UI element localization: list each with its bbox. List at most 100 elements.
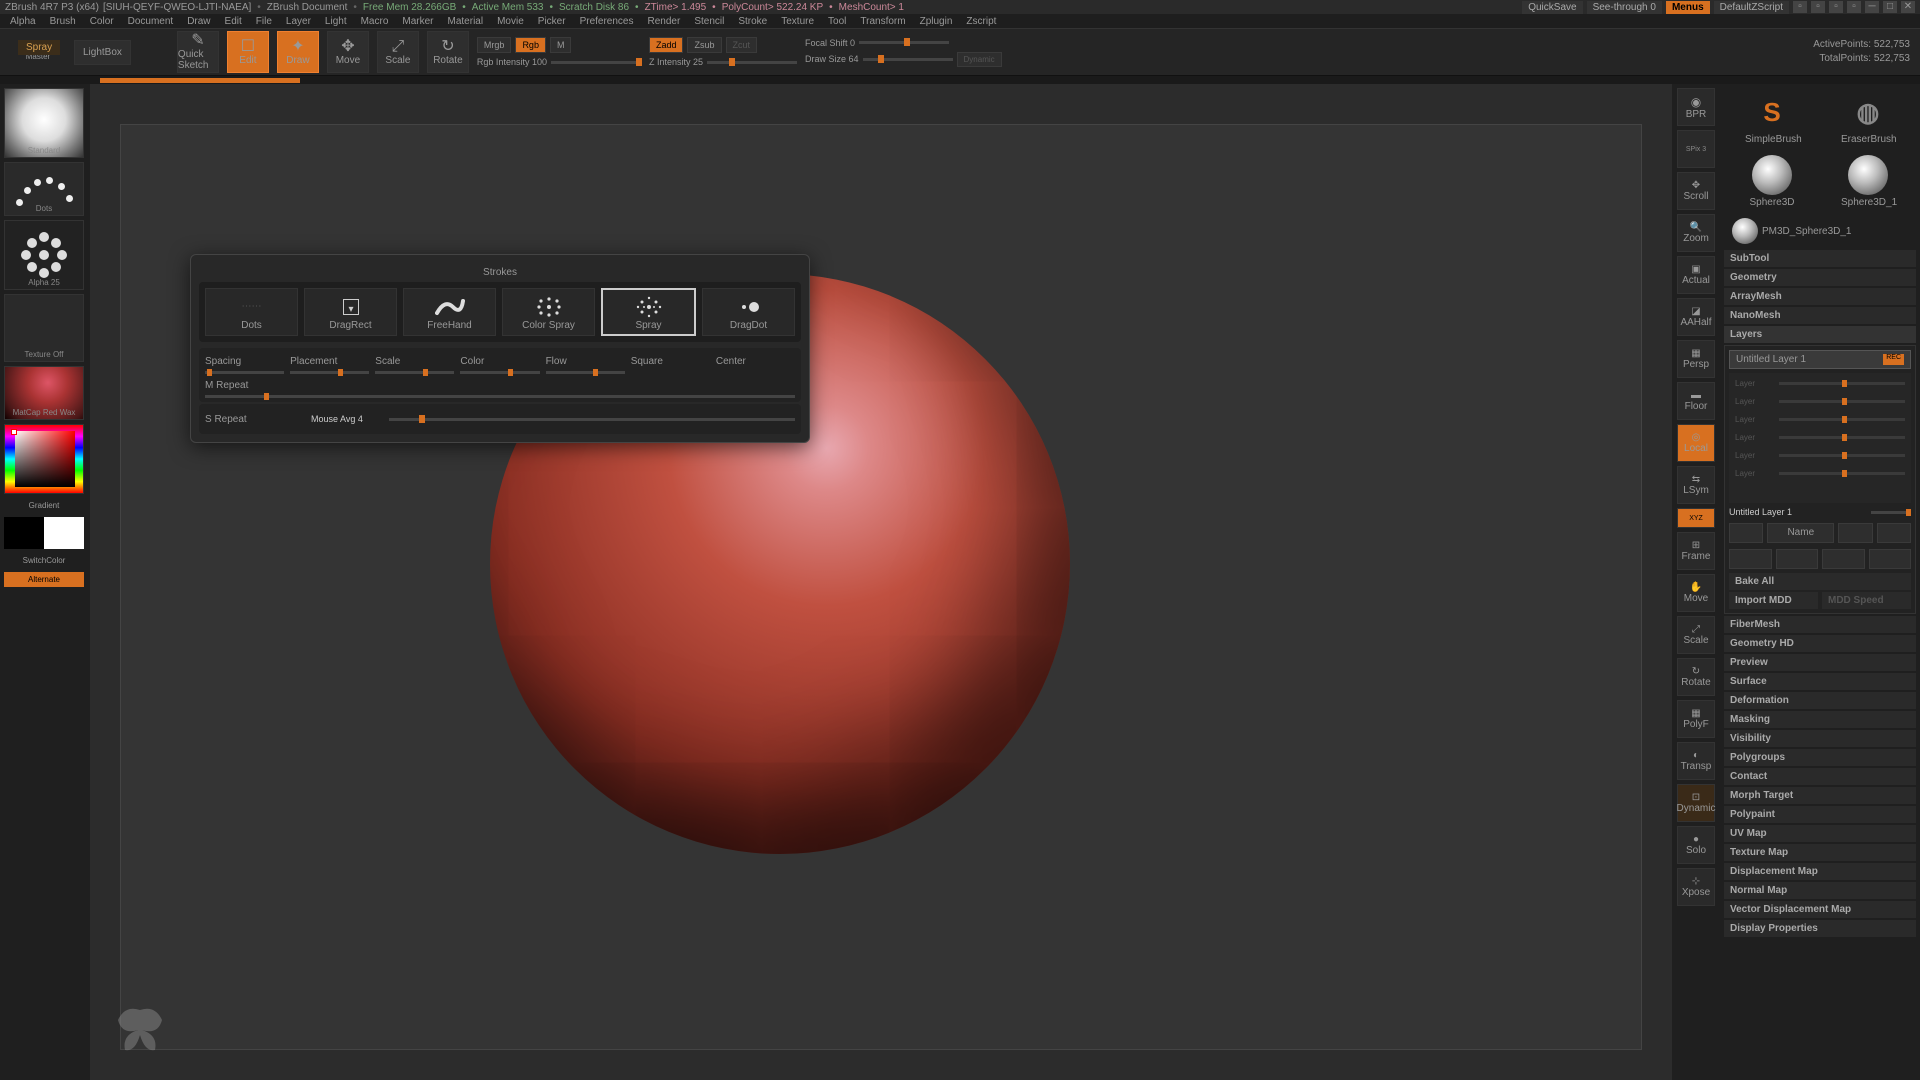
section-layers[interactable]: Layers <box>1724 326 1916 343</box>
color-picker[interactable] <box>4 424 84 494</box>
edit-button[interactable]: ☐Edit <box>227 31 269 73</box>
menu-zscript[interactable]: Zscript <box>966 16 996 27</box>
stroke-dots[interactable]: ⋯⋯Dots <box>205 288 298 336</box>
layer-del-button[interactable] <box>1877 523 1911 543</box>
maximize-button[interactable]: □ <box>1883 1 1897 13</box>
nav-rotate-button[interactable]: ↻Rotate <box>1677 658 1715 696</box>
section-morph[interactable]: Morph Target <box>1724 787 1916 804</box>
stroke-colorspray[interactable]: Color Spray <box>502 288 595 336</box>
section-preview[interactable]: Preview <box>1724 654 1916 671</box>
spix-button[interactable]: SPix 3 <box>1677 130 1715 168</box>
bakeall-button[interactable]: Bake All <box>1729 573 1911 590</box>
menu-alpha[interactable]: Alpha <box>10 16 36 27</box>
rgb-intensity-slider[interactable] <box>551 61 641 64</box>
layer-btn-b[interactable] <box>1776 549 1819 569</box>
brush-thumbnail[interactable]: Standard <box>4 88 84 158</box>
layer-row[interactable]: Layer <box>1731 429 1909 445</box>
move-button[interactable]: ✥Move <box>327 31 369 73</box>
tool-simplebrush[interactable]: SSimpleBrush <box>1745 92 1799 145</box>
section-uvmap[interactable]: UV Map <box>1724 825 1916 842</box>
section-geometry[interactable]: Geometry <box>1724 269 1916 286</box>
history-strip[interactable] <box>0 76 1920 84</box>
zsub-button[interactable]: Zsub <box>687 37 721 53</box>
m-button[interactable]: M <box>550 37 572 53</box>
xpose-button[interactable]: ⊹Xpose <box>1677 868 1715 906</box>
layer-current[interactable]: Untitled Layer 1 <box>1736 354 1806 365</box>
tool-sphere3d[interactable]: Sphere3D <box>1745 155 1799 208</box>
floor-button[interactable]: ▬Floor <box>1677 382 1715 420</box>
menu-movie[interactable]: Movie <box>497 16 524 27</box>
layer-btn-a[interactable] <box>1729 549 1772 569</box>
rgb-button[interactable]: Rgb <box>515 37 546 53</box>
section-surface[interactable]: Surface <box>1724 673 1916 690</box>
menu-tool[interactable]: Tool <box>828 16 846 27</box>
layer-btn-d[interactable] <box>1869 549 1912 569</box>
tool-sphere3d-1[interactable]: Sphere3D_1 <box>1841 155 1895 208</box>
solo-button[interactable]: ●Solo <box>1677 826 1715 864</box>
dynamic-button[interactable]: Dynamic <box>957 52 1002 67</box>
layer-btn-c[interactable] <box>1822 549 1865 569</box>
layer-row[interactable]: Layer <box>1731 393 1909 409</box>
quicksketch-button[interactable]: ✎Quick Sketch <box>177 31 219 73</box>
param-scale[interactable]: Scale <box>375 356 454 374</box>
xyz-button[interactable]: XYZ <box>1677 508 1715 528</box>
z-intensity-slider[interactable] <box>707 61 797 64</box>
menu-zplugin[interactable]: Zplugin <box>920 16 953 27</box>
aahalf-button[interactable]: ◪AAHalf <box>1677 298 1715 336</box>
canvas[interactable]: Strokes ⋯⋯Dots ▾DragRect FreeHand Color … <box>90 84 1672 1080</box>
menus-button[interactable]: Menus <box>1666 1 1710 14</box>
win-btn-1[interactable]: ▫ <box>1793 1 1807 13</box>
section-dispmap[interactable]: Displacement Map <box>1724 863 1916 880</box>
section-geohd[interactable]: Geometry HD <box>1724 635 1916 652</box>
zadd-button[interactable]: Zadd <box>649 37 684 53</box>
section-visibility[interactable]: Visibility <box>1724 730 1916 747</box>
zcut-button[interactable]: Zcut <box>726 37 758 53</box>
param-srepeat[interactable]: S Repeat <box>205 414 285 425</box>
minimize-button[interactable]: ─ <box>1865 1 1879 13</box>
section-contact[interactable]: Contact <box>1724 768 1916 785</box>
menu-texture[interactable]: Texture <box>781 16 814 27</box>
layer-new-button[interactable] <box>1729 523 1763 543</box>
menu-color[interactable]: Color <box>90 16 114 27</box>
stroke-thumbnail[interactable]: Dots <box>4 162 84 216</box>
defaultscript-button[interactable]: DefaultZScript <box>1714 1 1789 14</box>
alternate-button[interactable]: Alternate <box>4 572 84 587</box>
importmdd-button[interactable]: Import MDD <box>1729 592 1818 609</box>
stroke-freehand[interactable]: FreeHand <box>403 288 496 336</box>
draw-size-slider[interactable] <box>863 58 953 61</box>
texture-thumbnail[interactable]: Texture Off <box>4 294 84 362</box>
layer-row[interactable]: Layer <box>1731 465 1909 481</box>
win-btn-4[interactable]: ▫ <box>1847 1 1861 13</box>
stroke-dragrect[interactable]: ▾DragRect <box>304 288 397 336</box>
zoom-button[interactable]: 🔍Zoom <box>1677 214 1715 252</box>
polyf-button[interactable]: ▦PolyF <box>1677 700 1715 738</box>
layer-row[interactable]: Layer <box>1731 447 1909 463</box>
bpr-button[interactable]: ◉BPR <box>1677 88 1715 126</box>
section-vecdisp[interactable]: Vector Displacement Map <box>1724 901 1916 918</box>
menu-layer[interactable]: Layer <box>286 16 311 27</box>
persp-button[interactable]: ▦Persp <box>1677 340 1715 378</box>
actual-button[interactable]: ▣Actual <box>1677 256 1715 294</box>
section-deformation[interactable]: Deformation <box>1724 692 1916 709</box>
section-polygroups[interactable]: Polygroups <box>1724 749 1916 766</box>
material-thumbnail[interactable]: MatCap Red Wax <box>4 366 84 420</box>
mrgb-button[interactable]: Mrgb <box>477 37 512 53</box>
dynamic-nav-button[interactable]: ⊡Dynamic <box>1677 784 1715 822</box>
focal-shift-slider[interactable] <box>859 41 949 44</box>
layer-row[interactable]: Layer <box>1731 411 1909 427</box>
section-fibermesh[interactable]: FiberMesh <box>1724 616 1916 633</box>
menu-brush[interactable]: Brush <box>50 16 76 27</box>
param-mrepeat[interactable]: M Repeat <box>205 380 795 398</box>
seethrough-slider[interactable]: See-through 0 <box>1587 1 1662 14</box>
stroke-spray[interactable]: Spray <box>601 288 696 336</box>
stroke-dragdot[interactable]: DragDot <box>702 288 795 336</box>
menu-transform[interactable]: Transform <box>860 16 905 27</box>
nav-scale-button[interactable]: ⤢Scale <box>1677 616 1715 654</box>
swatch-black[interactable] <box>4 517 44 549</box>
param-placement[interactable]: Placement <box>290 356 369 374</box>
param-color[interactable]: Color <box>460 356 539 374</box>
scroll-button[interactable]: ✥Scroll <box>1677 172 1715 210</box>
menu-document[interactable]: Document <box>128 16 174 27</box>
switchcolor-button[interactable]: SwitchColor <box>4 553 84 568</box>
draw-button[interactable]: ✦Draw <box>277 31 319 73</box>
